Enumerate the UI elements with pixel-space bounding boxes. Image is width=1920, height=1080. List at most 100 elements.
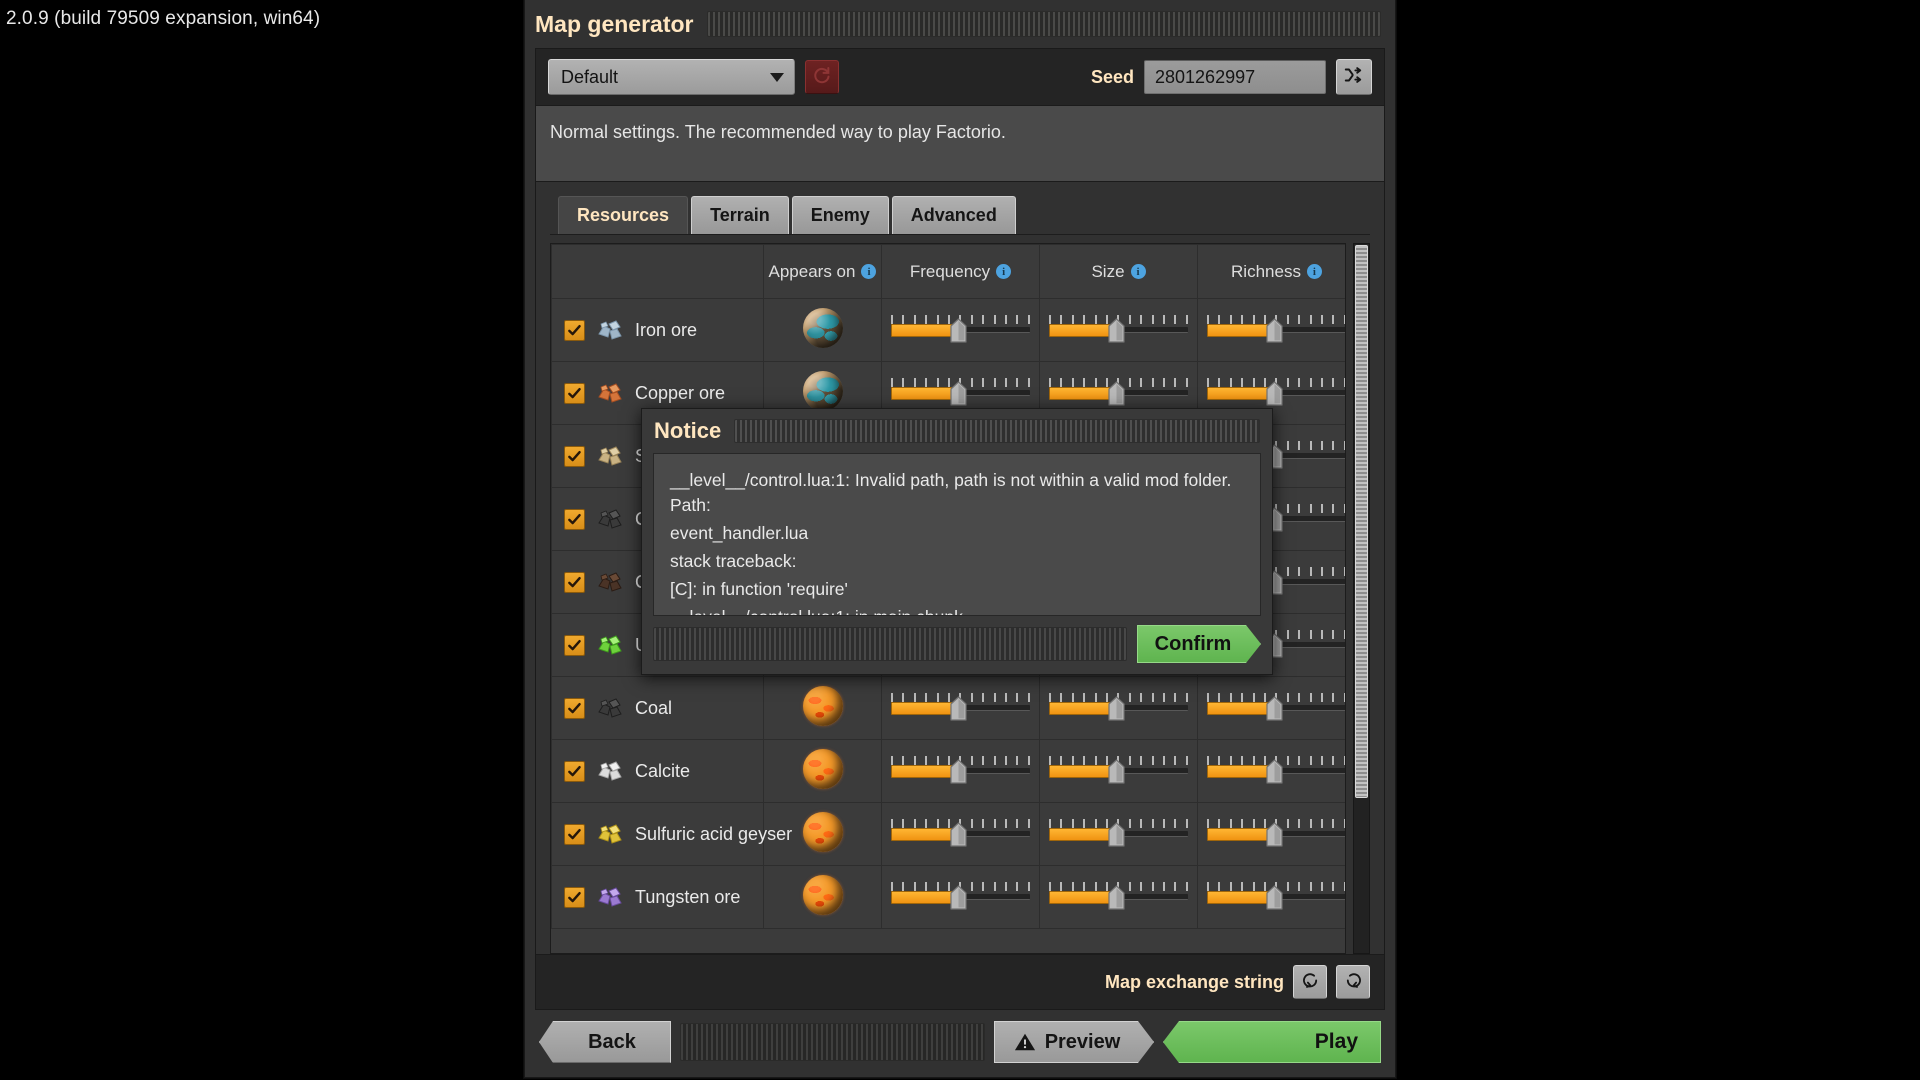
slider-handle[interactable] (950, 318, 967, 343)
resource-enabled-checkbox[interactable] (564, 697, 585, 719)
resource-enabled-checkbox[interactable] (564, 445, 585, 467)
slider-size[interactable] (1049, 691, 1188, 725)
preset-dropdown[interactable]: Default (548, 59, 795, 95)
confirm-button[interactable]: Confirm (1137, 625, 1261, 663)
resource-enabled-checkbox[interactable] (564, 382, 585, 404)
slider-handle[interactable] (950, 381, 967, 406)
scrollbar-thumb[interactable] (1355, 245, 1368, 799)
resource-name-label: Coal (635, 697, 673, 718)
slider-frequency[interactable] (891, 880, 1030, 914)
slider-size[interactable] (1049, 376, 1188, 410)
resource-enabled-checkbox[interactable] (564, 571, 585, 593)
slider-tick (1321, 882, 1324, 891)
resource-enabled-checkbox[interactable] (564, 508, 585, 530)
slider-handle[interactable] (1266, 885, 1283, 910)
slider-handle[interactable] (950, 759, 967, 784)
table-row: Iron ore (551, 298, 1345, 362)
slider-frequency[interactable] (891, 376, 1030, 410)
slider-tick (1218, 378, 1221, 387)
slider-tick (1083, 882, 1086, 891)
resource-size-cell (1039, 676, 1198, 740)
slider-frequency[interactable] (891, 691, 1030, 725)
slider-handle[interactable] (1108, 381, 1125, 406)
slider-tick (1163, 693, 1166, 702)
map-exchange-export-button[interactable] (1336, 965, 1370, 999)
slider-handle[interactable] (950, 885, 967, 910)
resource-enabled-checkbox[interactable] (564, 634, 585, 656)
slider-handle[interactable] (1266, 822, 1283, 847)
slider-size[interactable] (1049, 817, 1188, 851)
slider-tick (1049, 882, 1051, 891)
slider-handle[interactable] (1266, 318, 1283, 343)
info-icon[interactable]: i (1130, 264, 1146, 279)
slider-tick (1140, 378, 1143, 387)
play-button[interactable]: Play (1163, 1021, 1381, 1063)
slider-handle[interactable] (1108, 885, 1125, 910)
slider-richness[interactable] (1207, 313, 1345, 347)
slider-handle[interactable] (1108, 318, 1125, 343)
tab-terrain[interactable]: Terrain (691, 196, 789, 234)
slider-richness[interactable] (1207, 691, 1345, 725)
resource-frequency-cell (881, 298, 1040, 362)
back-button[interactable]: Back (539, 1021, 671, 1063)
slider-tick (1174, 756, 1177, 765)
reset-preset-button[interactable] (805, 60, 839, 94)
slider-handle[interactable] (950, 822, 967, 847)
seed-input[interactable]: 2801262997 (1144, 60, 1326, 94)
slider-tick (1060, 882, 1063, 891)
slider-handle[interactable] (1266, 381, 1283, 406)
slider-tick (1229, 819, 1232, 828)
preview-button[interactable]: Preview (994, 1021, 1154, 1063)
resource-frequency-cell (881, 739, 1040, 803)
slider-tick (891, 819, 893, 828)
resource-item-icon (595, 567, 625, 597)
slider-tick (1286, 504, 1289, 513)
resource-size-cell (1039, 739, 1198, 803)
window-drag-handle[interactable] (707, 11, 1381, 37)
slider-richness[interactable] (1207, 376, 1345, 410)
slider-handle[interactable] (1266, 759, 1283, 784)
slider-tick (1298, 630, 1301, 639)
info-icon[interactable]: i (1306, 264, 1322, 279)
tab-resources[interactable]: Resources (558, 196, 689, 234)
resource-enabled-checkbox[interactable] (564, 319, 585, 341)
tab-enemy[interactable]: Enemy (791, 196, 889, 234)
slider-tick (1083, 756, 1086, 765)
slider-handle[interactable] (1108, 759, 1125, 784)
slider-tick (902, 882, 905, 891)
tab-advanced[interactable]: Advanced (891, 196, 1016, 234)
slider-tick (1229, 378, 1232, 387)
slider-frequency[interactable] (891, 313, 1030, 347)
notice-drag-handle[interactable] (734, 419, 1260, 443)
slider-tick (1207, 882, 1209, 891)
slider-richness[interactable] (1207, 880, 1345, 914)
info-icon[interactable]: i (861, 264, 877, 279)
slider-handle[interactable] (950, 696, 967, 721)
slider-frequency[interactable] (891, 754, 1030, 788)
resources-scrollbar[interactable] (1353, 243, 1370, 954)
slider-handle[interactable] (1108, 696, 1125, 721)
slider-richness[interactable] (1207, 754, 1345, 788)
slider-tick (1332, 504, 1335, 513)
slider-tick (1343, 819, 1345, 828)
slider-tick (1252, 693, 1255, 702)
resource-enabled-checkbox[interactable] (564, 823, 585, 845)
resource-richness-cell (1197, 298, 1345, 362)
resource-enabled-checkbox[interactable] (564, 760, 585, 782)
th-size-label: Size (1091, 261, 1125, 281)
slider-handle[interactable] (1108, 822, 1125, 847)
slider-size[interactable] (1049, 313, 1188, 347)
resource-enabled-checkbox[interactable] (564, 886, 585, 908)
slider-tick (1163, 756, 1166, 765)
slider-tick (1083, 819, 1086, 828)
slider-frequency[interactable] (891, 817, 1030, 851)
map-exchange-import-button[interactable] (1293, 965, 1327, 999)
slider-tick (1286, 693, 1289, 702)
slider-handle[interactable] (1266, 696, 1283, 721)
slider-size[interactable] (1049, 754, 1188, 788)
slider-tick (1343, 756, 1345, 765)
info-icon[interactable]: i (996, 264, 1012, 279)
slider-richness[interactable] (1207, 817, 1345, 851)
shuffle-seed-button[interactable] (1336, 59, 1372, 95)
slider-size[interactable] (1049, 880, 1188, 914)
